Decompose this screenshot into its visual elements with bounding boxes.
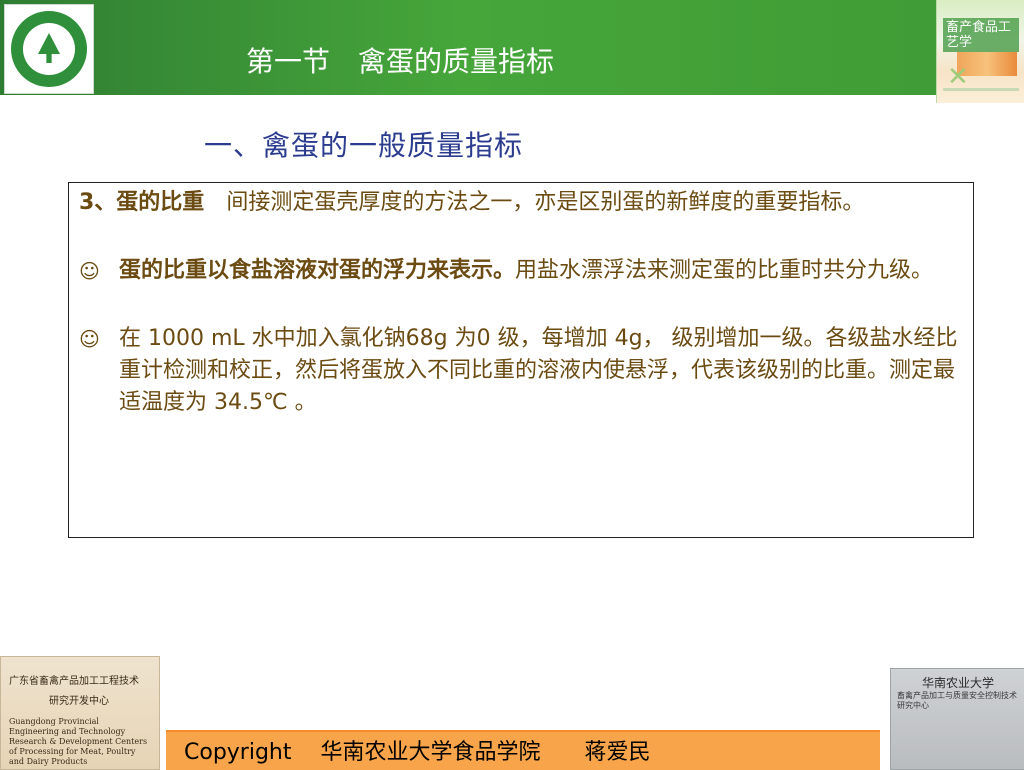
smile-icon: ☺ [79, 259, 100, 283]
section-subtitle: 一、禽蛋的一般质量指标 [204, 129, 524, 162]
plaque-photo-left: 广东省畜禽产品加工工程技术 研究开发中心 Guangdong Provincia… [0, 656, 160, 770]
plaque-photo-right: 华南农业大学 畜禽产品加工与质量安全控制技术研究中心 [890, 668, 1024, 770]
list-item-text: 在 1000 mL 水中加入氯化钠68g 为0 级，每增加 4g， 级别增加一级… [119, 326, 958, 415]
paragraph-specific-gravity: 3、蛋的比重 间接测定蛋壳厚度的方法之一，亦是区别蛋的新鲜度的重要指标。 [79, 187, 959, 219]
content-box: 3、蛋的比重 间接测定蛋壳厚度的方法之一，亦是区别蛋的新鲜度的重要指标。 ☺ 蛋… [68, 182, 974, 538]
list-item: ☺ 蛋的比重以食盐溶液对蛋的浮力来表示。用盐水漂浮法来测定蛋的比重时共分九级。 [79, 255, 959, 287]
university-logo [4, 4, 94, 94]
plaque-right-line-1: 华南农业大学 [921, 676, 994, 690]
list-item: ☺ 在 1000 mL 水中加入氯化钠68g 为0 级，每增加 4g， 级别增加… [79, 323, 959, 419]
plaque-right-line-2: 畜禽产品加工与质量安全控制技术研究中心 [897, 691, 1017, 710]
plaque-text-left: 广东省畜禽产品加工工程技术 研究开发中心 Guangdong Provincia… [9, 675, 149, 767]
slide-header: 第一节 禽蛋的质量指标 畜产食品工艺学 ✕ [0, 0, 1024, 103]
list-item-normal: 用盐水漂浮法来测定蛋的比重时共分九级。 [515, 258, 934, 283]
plaque-text-right: 华南农业大学 畜禽产品加工与质量安全控制技术研究中心 [897, 675, 1019, 711]
footer-bar: Copyright 华南农业大学食品学院 蒋爱民 [166, 730, 880, 770]
header-title: 第一节 禽蛋的质量指标 [246, 45, 555, 78]
plaque-line-1: 广东省畜禽产品加工工程技术 [9, 676, 139, 687]
plaque-line-2: 研究开发中心 [49, 696, 109, 707]
list-item-text: 蛋的比重以食盐溶液对蛋的浮力来表示。用盐水漂浮法来测定蛋的比重时共分九级。 [79, 255, 959, 287]
paragraph-text: 间接测定蛋壳厚度的方法之一，亦是区别蛋的新鲜度的重要指标。 [204, 190, 865, 215]
book-cover-thumbnail: 畜产食品工艺学 ✕ [936, 0, 1024, 103]
footer-copyright: Copyright 华南农业大学食品学院 蒋爱民 [184, 740, 651, 765]
book-title: 畜产食品工艺学 [943, 18, 1019, 52]
smile-icon: ☺ [79, 327, 100, 351]
plaque-line-3: Guangdong Provincial Engineering and Tec… [9, 717, 148, 766]
book-author-line [943, 88, 1019, 91]
paragraph-heading: 3、蛋的比重 [79, 190, 205, 215]
list-item-bold: 蛋的比重以食盐溶液对蛋的浮力来表示。 [119, 258, 516, 283]
